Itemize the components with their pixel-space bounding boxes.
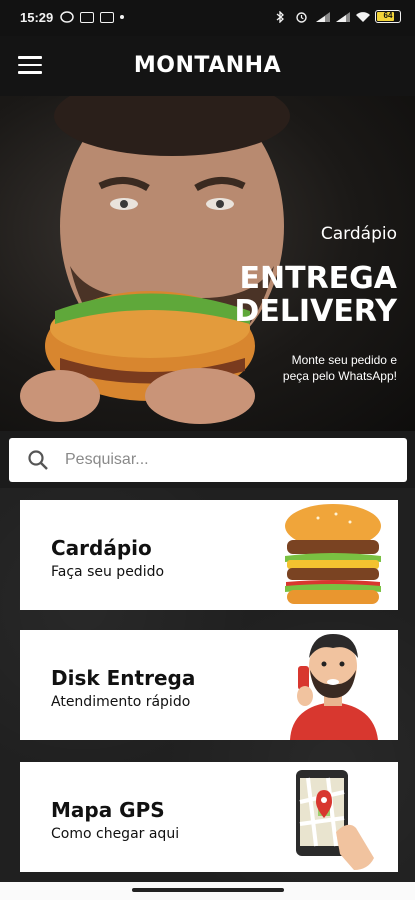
status-bar: 15:29 64 bbox=[0, 0, 415, 36]
card-subtitle: Como chegar aqui bbox=[51, 826, 180, 842]
card-title: Cardápio bbox=[51, 536, 152, 560]
gallery-status-icon bbox=[80, 11, 94, 23]
burger-icon bbox=[285, 504, 381, 604]
card-subtitle: Faça seu pedido bbox=[51, 564, 165, 580]
search-icon bbox=[28, 450, 48, 470]
signal-2-icon bbox=[335, 11, 350, 23]
app-screen: 15:29 64 MONTANHA Cardápio ENTREGA DELIV… bbox=[0, 0, 415, 900]
hero-title-line-2: DELIVERY bbox=[234, 294, 397, 329]
hero-title-line-1: ENTREGA bbox=[239, 261, 398, 296]
hero-banner: Cardápio ENTREGA DELIVERY Monte seu pedi… bbox=[0, 96, 415, 431]
battery-icon: 64 bbox=[375, 10, 401, 23]
alarm-icon bbox=[295, 11, 309, 23]
system-icons: 64 bbox=[275, 9, 401, 24]
hero-desc-line-1: Monte seu pedido e bbox=[291, 353, 397, 367]
app-header: MONTANHA bbox=[0, 36, 415, 96]
search-bar[interactable] bbox=[9, 438, 407, 482]
hero-title: ENTREGA DELIVERY bbox=[234, 262, 397, 328]
bluetooth-icon bbox=[275, 9, 289, 24]
signal-icon bbox=[315, 11, 330, 23]
app-status-icon bbox=[100, 11, 114, 23]
whatsapp-status-icon bbox=[60, 11, 74, 23]
more-notifications-icon bbox=[120, 15, 124, 19]
map-phone-icon bbox=[296, 770, 374, 870]
phone-man-icon bbox=[290, 634, 378, 740]
card-cardapio[interactable]: Cardápio Faça seu pedido bbox=[20, 500, 398, 610]
status-time: 15:29 bbox=[20, 10, 54, 25]
hero-description: Monte seu pedido e peça pelo WhatsApp! bbox=[227, 352, 397, 384]
system-nav-bar bbox=[0, 882, 415, 900]
card-disk-entrega[interactable]: Disk Entrega Atendimento rápido bbox=[20, 630, 398, 740]
notification-icons bbox=[60, 11, 124, 23]
card-mapa-gps[interactable]: Mapa GPS Como chegar aqui bbox=[20, 762, 398, 872]
brand-title: MONTANHA bbox=[133, 53, 282, 78]
hero-desc-line-2: peça pelo WhatsApp! bbox=[282, 369, 397, 383]
card-title: Disk Entrega bbox=[51, 666, 196, 690]
card-title: Mapa GPS bbox=[51, 798, 165, 822]
wifi-icon bbox=[355, 11, 370, 23]
home-gesture-bar[interactable] bbox=[132, 888, 284, 892]
card-subtitle: Atendimento rápido bbox=[51, 694, 191, 710]
search-input[interactable] bbox=[65, 446, 385, 474]
battery-level: 64 bbox=[383, 11, 393, 20]
hero-subtitle: Cardápio bbox=[320, 224, 397, 244]
